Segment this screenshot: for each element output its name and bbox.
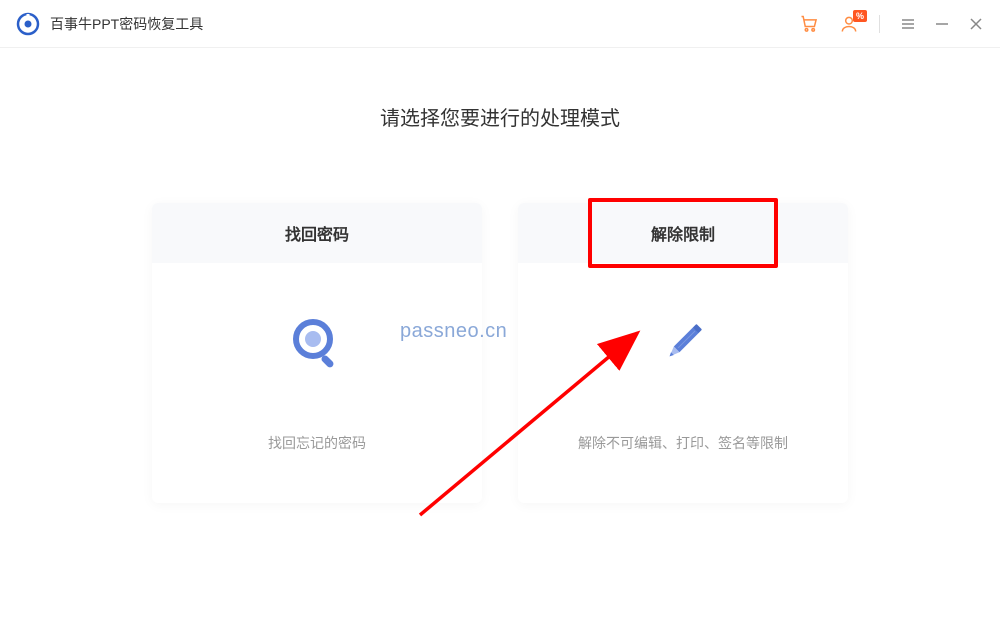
mode-cards-row: 找回密码 找回忘记的密码 解除限制 xyxy=(152,203,848,503)
account-badge: % xyxy=(853,10,867,22)
minimize-button[interactable] xyxy=(934,16,950,32)
magnifier-icon xyxy=(289,313,345,373)
app-title: 百事牛PPT密码恢复工具 xyxy=(50,14,203,34)
card-title: 解除限制 xyxy=(518,203,848,263)
card-body: 解除不可编辑、打印、签名等限制 xyxy=(558,263,808,503)
card-description: 解除不可编辑、打印、签名等限制 xyxy=(578,433,788,453)
close-button[interactable] xyxy=(968,16,984,32)
card-body: 找回忘记的密码 xyxy=(248,263,386,503)
titlebar-right: % xyxy=(799,14,984,34)
titlebar-left: 百事牛PPT密码恢复工具 xyxy=(16,12,203,36)
main-content: 请选择您要进行的处理模式 找回密码 找回忘记的密码 解除限制 xyxy=(0,48,1000,503)
account-icon[interactable]: % xyxy=(839,14,859,34)
menu-button[interactable] xyxy=(900,16,916,32)
pencil-icon xyxy=(658,313,708,373)
card-title: 找回密码 xyxy=(152,203,482,263)
cart-icon[interactable] xyxy=(799,14,819,34)
app-logo-icon xyxy=(16,12,40,36)
page-heading: 请选择您要进行的处理模式 xyxy=(380,102,620,131)
titlebar: 百事牛PPT密码恢复工具 % xyxy=(0,0,1000,48)
recover-password-card[interactable]: 找回密码 找回忘记的密码 xyxy=(152,203,482,503)
card-description: 找回忘记的密码 xyxy=(268,433,366,453)
header-divider xyxy=(879,15,880,33)
window-controls xyxy=(900,16,984,32)
remove-restriction-card[interactable]: 解除限制 解除不可编辑、打印、签名等限制 xyxy=(518,203,848,503)
